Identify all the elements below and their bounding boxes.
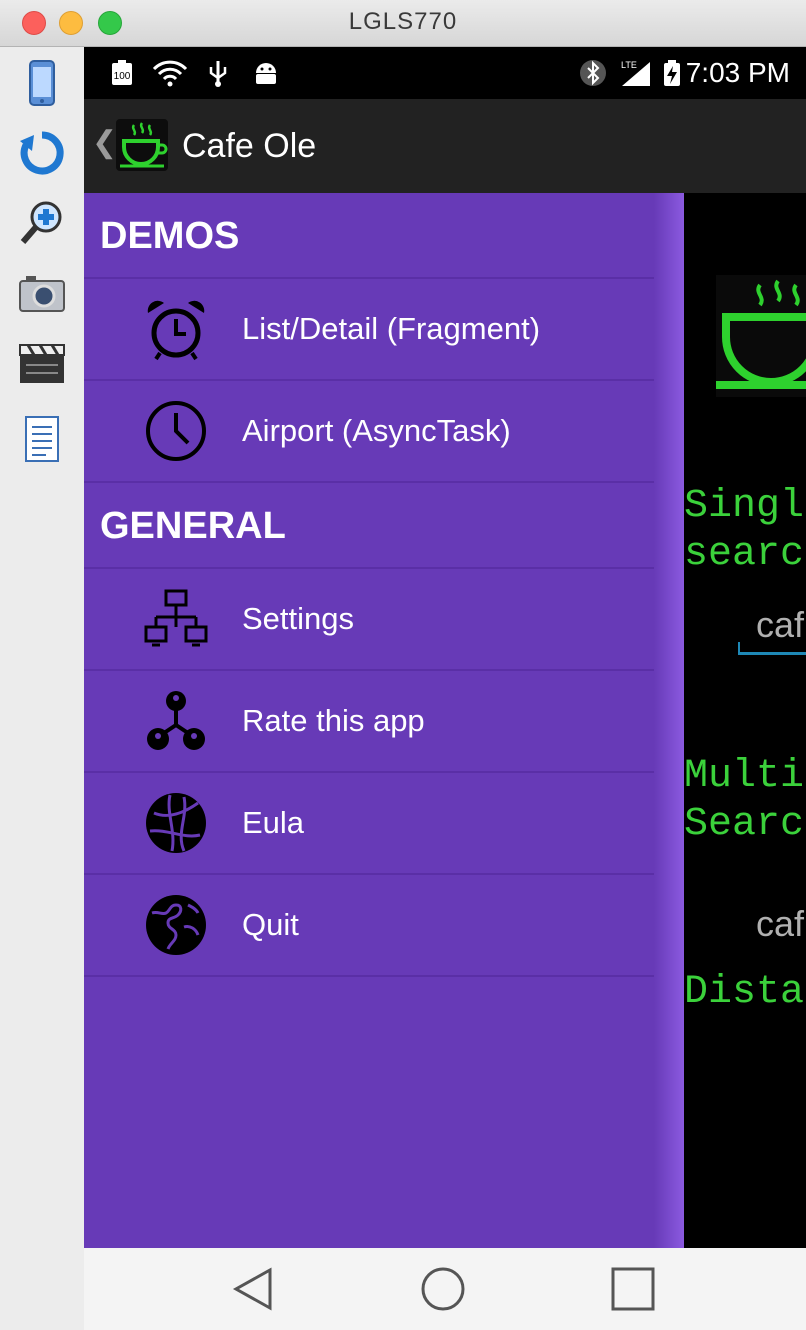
system-nav-bar xyxy=(84,1248,806,1330)
battery-charging-icon xyxy=(664,60,680,86)
section-general: GENERAL xyxy=(100,505,286,547)
drawer-item-settings[interactable]: Settings xyxy=(84,569,654,669)
back-triangle-icon[interactable] xyxy=(230,1264,280,1314)
lte-signal-icon: LTE xyxy=(621,60,650,86)
section-demos: DEMOS xyxy=(100,215,240,257)
camera-icon[interactable] xyxy=(18,269,66,317)
multi-search-label: Multi Searc xyxy=(684,754,805,847)
network-icon xyxy=(144,589,208,647)
device-icon[interactable] xyxy=(18,59,66,107)
drawer-item-airport[interactable]: Airport (AsyncTask) xyxy=(84,381,654,481)
device-screen: 100 LTE 7:03 PM ❮ Cafe Ole Singl searc c… xyxy=(84,47,806,1330)
rotate-icon[interactable] xyxy=(18,129,66,177)
coffee-cup-icon[interactable] xyxy=(116,119,168,171)
drawer-item-list-detail[interactable]: List/Detail (Fragment) xyxy=(84,279,654,379)
divider xyxy=(84,975,654,977)
document-icon[interactable] xyxy=(18,415,66,463)
distance-label: Dista xyxy=(684,970,805,1015)
svg-text:100: 100 xyxy=(114,71,131,82)
battery-100-icon: 100 xyxy=(112,60,132,85)
window-title: LGLS770 xyxy=(348,8,458,35)
earth-icon xyxy=(146,895,206,955)
zoom-icon[interactable] xyxy=(18,199,66,247)
action-bar: ❮ Cafe Ole xyxy=(84,99,806,193)
globe-grid-icon xyxy=(146,793,206,853)
home-circle-icon[interactable] xyxy=(418,1264,468,1314)
svg-text:LTE: LTE xyxy=(621,60,637,70)
drawer-item-label: Settings xyxy=(242,601,355,636)
clock-icon xyxy=(146,401,206,461)
drawer-item-label: Airport (AsyncTask) xyxy=(242,413,511,448)
single-search-label: Singl searc xyxy=(684,484,805,577)
emulator-toolbar xyxy=(0,47,84,1330)
status-bar: 100 LTE 7:03 PM xyxy=(84,47,806,99)
drawer-item-label: Quit xyxy=(242,907,299,942)
single-search-input[interactable]: caf xyxy=(756,604,804,646)
alarm-clock-icon xyxy=(147,300,205,361)
drawer-item-label: Rate this app xyxy=(242,703,425,738)
status-time: 7:03 PM xyxy=(685,57,790,88)
recents-square-icon[interactable] xyxy=(608,1264,658,1314)
drawer-item-eula[interactable]: Eula xyxy=(84,773,654,873)
window-titlebar: LGLS770 xyxy=(0,0,806,47)
drawer-item-label: List/Detail (Fragment) xyxy=(242,311,541,346)
single-search-underline xyxy=(738,642,806,655)
people-network-icon xyxy=(147,691,205,750)
divider xyxy=(84,481,654,483)
drawer-item-label: Eula xyxy=(242,805,305,840)
video-icon[interactable] xyxy=(18,339,66,387)
cafe-logo-icon xyxy=(716,275,806,397)
usb-icon xyxy=(209,61,227,87)
android-debug-icon xyxy=(256,63,276,84)
navigation-drawer: DEMOS List/Detail (Fragment) Airport (As… xyxy=(84,193,684,1248)
bluetooth-icon xyxy=(580,60,606,86)
drawer-item-quit[interactable]: Quit xyxy=(84,875,654,975)
wifi-icon xyxy=(152,60,188,87)
app-title: Cafe Ole xyxy=(182,127,317,165)
drawer-shadow-edge xyxy=(654,193,684,1248)
drawer-back-caret-icon[interactable]: ❮ xyxy=(92,125,117,160)
drawer-item-rate-app[interactable]: Rate this app xyxy=(84,671,654,771)
multi-search-value[interactable]: caf xyxy=(756,903,804,945)
